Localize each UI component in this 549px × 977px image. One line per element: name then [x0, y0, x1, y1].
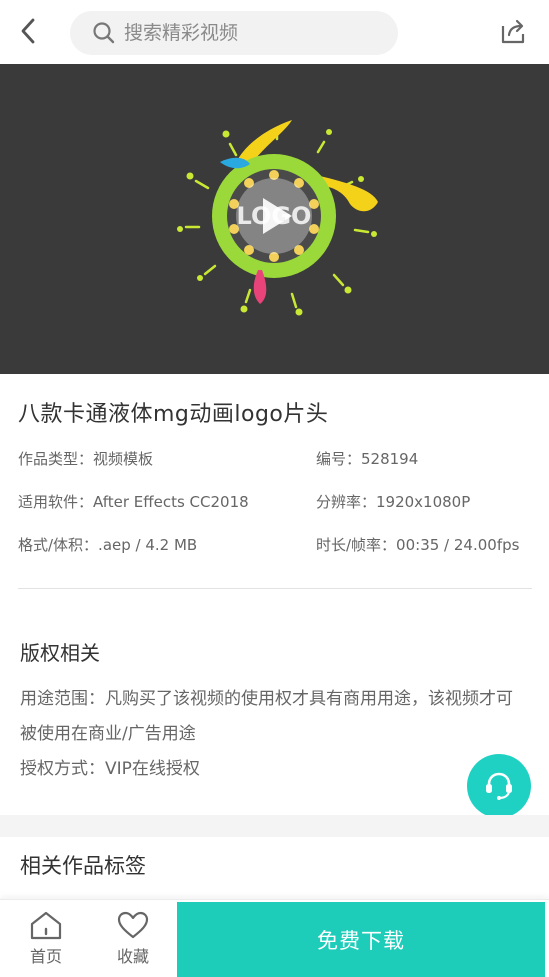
copyright-details: 用途范围：凡购买了该视频的使用权才具有商用用途，该视频才可被使用在商业/广告用途… [20, 682, 520, 787]
license-type-text: 授权方式：VIP在线授权 [20, 759, 200, 779]
share-icon [501, 19, 525, 44]
chevron-left-icon [21, 18, 35, 44]
play-icon[interactable] [236, 178, 312, 254]
meta-type: 作品类型：视频模板 [18, 450, 154, 468]
section-gap [0, 815, 549, 837]
divider [18, 588, 532, 589]
search-input[interactable] [124, 22, 364, 44]
search-icon [93, 22, 115, 44]
tab-favorite-label: 收藏 [116, 947, 149, 966]
meta-software: 适用软件：After Effects CC2018 [18, 493, 249, 511]
meta-duration-fps: 时长/帧率：00:35 / 24.00fps [316, 536, 520, 554]
meta-row: 适用软件：After Effects CC2018 分辨率：1920x1080P [18, 491, 532, 534]
meta-id: 编号：528194 [316, 450, 419, 468]
video-title: 八款卡通液体mg动画logo片头 [18, 402, 329, 427]
share-button[interactable] [496, 14, 530, 48]
back-button[interactable] [14, 14, 42, 48]
meta-info: 作品类型：视频模板 编号：528194 适用软件：After Effects C… [18, 448, 532, 577]
video-thumbnail: LOGO [177, 120, 378, 316]
search-bar[interactable] [70, 11, 398, 55]
heart-icon [117, 911, 149, 939]
meta-format-size: 格式/体积：.aep / 4.2 MB [18, 536, 198, 554]
tab-favorite[interactable]: 收藏 [103, 910, 163, 974]
bottom-bar: 首页 收藏 免费下载 [0, 899, 549, 977]
customer-service-button[interactable] [467, 754, 531, 818]
home-icon [30, 911, 62, 940]
tab-home-label: 首页 [29, 947, 62, 966]
meta-row: 格式/体积：.aep / 4.2 MB 时长/帧率：00:35 / 24.00f… [18, 534, 532, 577]
meta-row: 作品类型：视频模板 编号：528194 [18, 448, 532, 491]
related-tags-title: 相关作品标签 [20, 854, 146, 878]
meta-resolution: 分辨率：1920x1080P [316, 493, 471, 511]
free-download-button[interactable]: 免费下载 [177, 902, 545, 977]
tab-home[interactable]: 首页 [16, 910, 76, 974]
copyright-section-title: 版权相关 [20, 641, 100, 665]
headset-icon [486, 772, 512, 800]
video-player[interactable]: LOGO [0, 64, 549, 374]
top-bar [0, 0, 549, 64]
usage-scope-text: 用途范围：凡购买了该视频的使用权才具有商用用途，该视频才可被使用在商业/广告用途 [20, 689, 513, 744]
